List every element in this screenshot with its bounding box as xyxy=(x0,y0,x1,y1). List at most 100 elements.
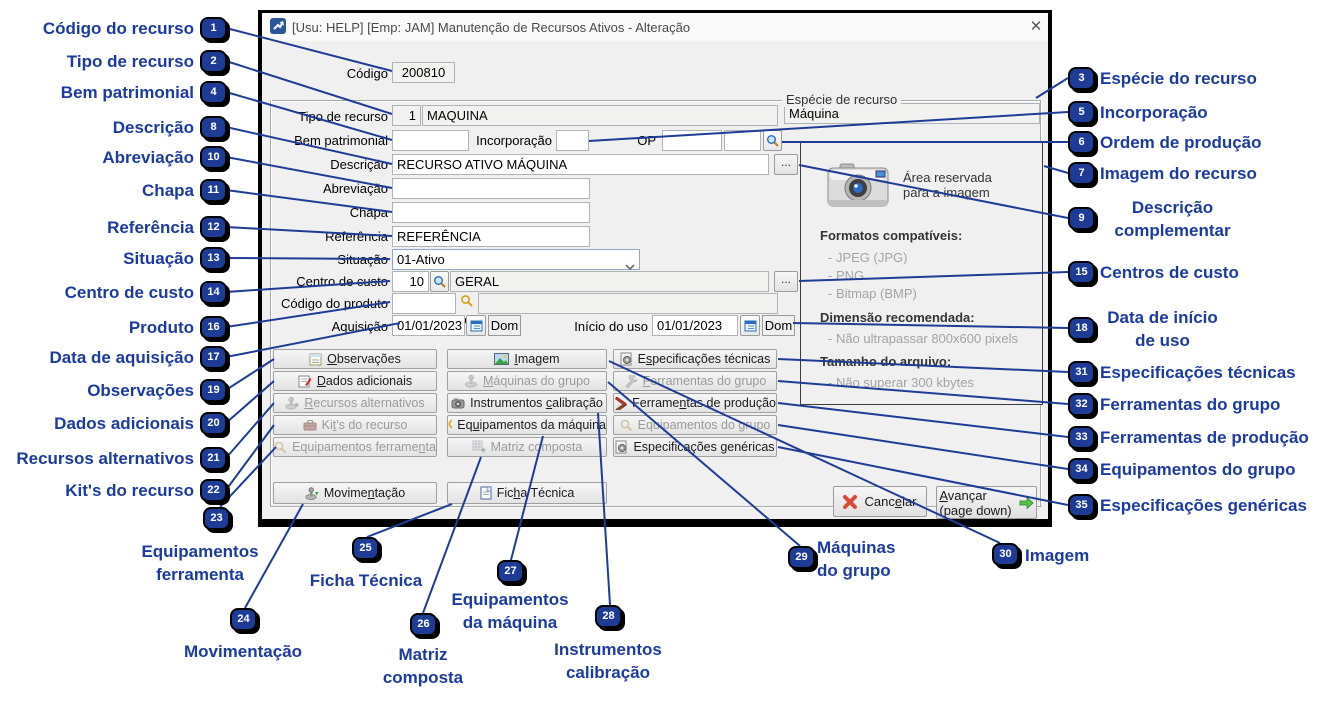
equipamentos-maquina-button[interactable]: Equipamentos da máquina xyxy=(447,415,607,435)
callout-badge: 10 xyxy=(200,146,227,169)
button-label: Ferramentas do grupo xyxy=(642,374,767,388)
codigo-label: Código xyxy=(346,66,388,81)
referencia-field[interactable]: REFERÊNCIA xyxy=(392,226,590,247)
descricao-field[interactable]: RECURSO ATIVO MÁQUINA xyxy=(392,154,769,175)
especificacoes-tecnicas-button[interactable]: Especificações técnicas xyxy=(613,349,777,369)
callout-label: Espécie do recurso xyxy=(1100,69,1257,88)
centro-search-button[interactable] xyxy=(430,271,449,292)
callout-badge: 24 xyxy=(230,608,257,631)
bem-label: Bem patrimonial xyxy=(294,133,388,148)
button-label: Equipamentos do grupo xyxy=(637,418,771,432)
search-icon xyxy=(434,276,446,288)
callout-badge: 11 xyxy=(200,179,227,202)
callout-label: Kit's do recurso xyxy=(65,481,194,500)
button-label: Observações xyxy=(327,352,401,366)
callout-badge: 9 xyxy=(1068,207,1095,230)
button-label: Movimentação xyxy=(323,486,406,500)
camera-icon xyxy=(826,160,890,215)
callout-badge: 25 xyxy=(352,537,379,560)
callout-label: Centro de custo xyxy=(64,283,194,302)
matriz-composta-button[interactable]: Matriz composta xyxy=(447,437,607,457)
callout-label: Produto xyxy=(128,318,194,337)
tipo-num-field[interactable]: 1 xyxy=(392,105,421,126)
callout-badge: 16 xyxy=(200,316,227,339)
op-field-1[interactable] xyxy=(662,130,722,151)
callout-label: Movimentação xyxy=(183,642,303,661)
callout-label: Imagem xyxy=(1025,546,1090,565)
callout-badge: 31 xyxy=(1068,361,1095,384)
callout-label: Abreviação xyxy=(102,148,194,167)
aquisicao-field[interactable]: 01/01/2023 xyxy=(392,315,465,336)
avancar-button[interactable]: Avançar (page down) xyxy=(936,486,1037,519)
callout-label: Máquinas do grupo xyxy=(817,538,896,580)
abreviacao-field[interactable] xyxy=(392,178,590,199)
produto-desc-field[interactable] xyxy=(478,293,778,314)
calendar-icon xyxy=(470,320,482,332)
button-label: Kit's do recurso xyxy=(321,418,408,432)
callout-badge: 26 xyxy=(410,613,437,636)
centro-desc-field[interactable]: GERAL xyxy=(450,271,769,292)
chapa-field[interactable] xyxy=(392,202,590,223)
callout-label: Especificações genéricas xyxy=(1100,496,1307,515)
callout-badge: 32 xyxy=(1068,393,1095,416)
inicio-field[interactable]: 01/01/2023 xyxy=(652,315,738,336)
produto-field[interactable] xyxy=(392,293,456,314)
especificacoes-genericas-button[interactable]: Especificações genéricas xyxy=(613,437,777,457)
button-label: Ferramentas de produção xyxy=(632,396,776,410)
cancelar-button[interactable]: Cancelar xyxy=(833,486,927,517)
imagem-button[interactable]: Imagem xyxy=(447,349,607,369)
callout-label: Especificações técnicas xyxy=(1100,363,1296,382)
observacoes-button[interactable]: Observações xyxy=(273,349,437,369)
callout-label: Incorporação xyxy=(1100,103,1208,122)
callout-badge: 22 xyxy=(200,479,227,502)
equipamentos-ferramenta-button[interactable]: Equipamentos ferramenta xyxy=(273,437,437,457)
annotated-screenshot: [Usu: HELP] [Emp: JAM] Manutenção de Rec… xyxy=(0,0,1344,712)
dados-adicionais-button[interactable]: Dados adicionais xyxy=(273,371,437,391)
button-label: Especificações genéricas xyxy=(633,440,775,454)
toolbox-icon xyxy=(303,420,317,431)
op-search-button[interactable] xyxy=(763,130,782,151)
ferramentas-grupo-button[interactable]: Ferramentas do grupo xyxy=(613,371,777,391)
calendar-icon xyxy=(744,320,756,332)
green-arrow-icon xyxy=(1019,496,1034,509)
op-field-2[interactable] xyxy=(724,130,761,151)
button-label: Máquinas do grupo xyxy=(482,374,591,388)
callout-badge: 28 xyxy=(595,605,622,628)
kits-recurso-button[interactable]: Kit's do recurso xyxy=(273,415,437,435)
codigo-field[interactable]: 200810 xyxy=(392,62,455,83)
callout-badge: 23 xyxy=(203,507,230,530)
close-icon[interactable]: ✕ xyxy=(1026,17,1046,37)
centro-more-button[interactable]: ... xyxy=(774,271,798,292)
equipamentos-grupo-button[interactable]: Equipamentos do grupo xyxy=(613,415,777,435)
op-label: OP xyxy=(637,133,656,148)
maquinas-grupo-button[interactable]: Máquinas do grupo xyxy=(447,371,607,391)
situacao-label: Situação xyxy=(337,252,388,267)
situacao-select[interactable]: 01-Ativo xyxy=(392,249,640,271)
callout-badge: 29 xyxy=(788,546,815,569)
callout-label: Ferramentas do grupo xyxy=(1100,395,1281,414)
filesize-title: Tamanho do arquivo: xyxy=(820,354,952,369)
app-icon xyxy=(270,18,286,39)
button-label: Especificações técnicas xyxy=(637,352,771,366)
movimentacao-button[interactable]: Movimentação xyxy=(273,482,437,504)
button-label: Equipamentos ferramenta xyxy=(292,440,436,454)
aquisicao-calendar-button[interactable] xyxy=(466,315,486,336)
callout-badge: 5 xyxy=(1068,101,1095,124)
callout-label: Instrumentos calibração xyxy=(554,640,662,682)
descricao-more-button[interactable]: ... xyxy=(774,154,798,175)
ferramentas-producao-button[interactable]: Ferramentas de produção xyxy=(613,393,777,413)
ficha-tecnica-button[interactable]: Ficha Técnica xyxy=(447,482,607,504)
centro-num-field[interactable]: 10 xyxy=(392,271,429,292)
incorporacao-field[interactable] xyxy=(556,130,589,151)
callout-badge: 12 xyxy=(200,216,227,239)
inicio-dow-box: Dom xyxy=(762,315,795,336)
instrumentos-calibracao-button[interactable]: Instrumentos calibração xyxy=(447,393,607,413)
inicio-calendar-button[interactable] xyxy=(740,315,760,336)
recursos-alternativos-button[interactable]: Recursos alternativos xyxy=(273,393,437,413)
search-icon xyxy=(620,419,632,431)
tipo-name-field[interactable]: MAQUINA xyxy=(422,105,778,126)
dimension-title: Dimensão recomendada: xyxy=(820,310,975,325)
abreviacao-label: Abreviação xyxy=(322,181,388,196)
groupbox-top-line xyxy=(270,100,1042,102)
button-label: Ficha Técnica xyxy=(496,486,575,500)
